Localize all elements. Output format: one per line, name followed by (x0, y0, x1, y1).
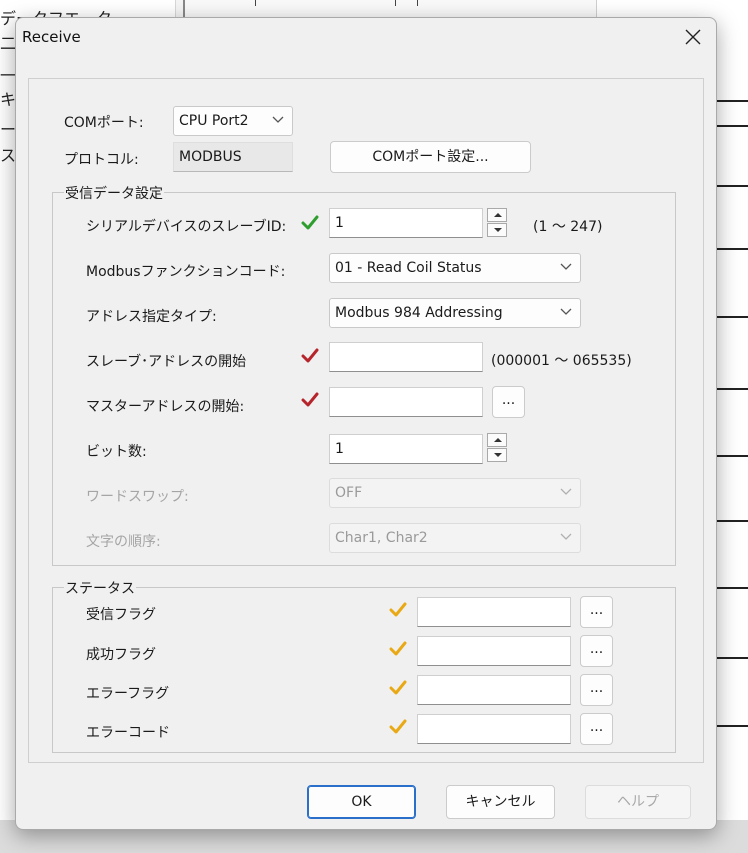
function-code-label: Modbusファンクションコード: (86, 264, 286, 280)
check-warning-icon (389, 719, 407, 734)
check-warning-icon (389, 602, 407, 617)
success-flag-input[interactable] (417, 636, 571, 666)
receive-settings-title: 受信データ設定 (64, 183, 164, 203)
chevron-down-icon (560, 533, 572, 540)
check-warning-icon (389, 641, 407, 656)
slave-id-value: 1 (335, 215, 344, 231)
error-flag-label: エラーフラグ (86, 686, 170, 702)
cancel-button[interactable]: キャンセル (446, 785, 555, 819)
error-code-browse-button[interactable]: ... (580, 713, 613, 745)
slave-id-range: (1 ～ 247) (533, 219, 603, 235)
slave-id-spinner[interactable] (487, 208, 507, 238)
address-type-label: アドレス指定タイプ: (86, 309, 217, 325)
close-icon (685, 29, 701, 45)
slave-start-label: スレーブ･アドレスの開始 (86, 354, 247, 370)
status-group-title: ステータス (64, 578, 136, 598)
ok-button[interactable]: OK (307, 785, 416, 819)
function-code-select[interactable]: 01 - Read Coil Status (329, 253, 581, 283)
word-swap-select: OFF (329, 478, 581, 508)
chevron-down-icon (560, 263, 572, 270)
com-port-select[interactable]: CPU Port2 (173, 106, 293, 136)
word-swap-label: ワードスワップ: (86, 489, 189, 505)
success-flag-label: 成功フラグ (86, 647, 156, 663)
master-start-input[interactable] (329, 387, 483, 417)
master-start-label: マスターアドレスの開始: (86, 399, 245, 415)
success-flag-browse-button[interactable]: ... (580, 635, 613, 667)
com-port-settings-button[interactable]: COMポート設定... (330, 141, 531, 173)
protocol-field: MODBUS (173, 142, 293, 172)
address-type-select[interactable]: Modbus 984 Addressing (329, 298, 581, 328)
check-invalid-icon (301, 348, 319, 363)
slave-id-label: シリアルデバイスのスレーブID: (86, 219, 287, 235)
address-type-value: Modbus 984 Addressing (335, 305, 503, 321)
char-order-value: Char1, Char2 (335, 530, 428, 546)
char-order-label: 文字の順序: (86, 534, 161, 550)
spin-up-button[interactable] (487, 208, 507, 222)
master-start-browse-button[interactable]: ... (492, 386, 525, 418)
com-port-value: CPU Port2 (179, 113, 249, 129)
bit-count-input[interactable]: 1 (329, 434, 483, 464)
spin-down-button[interactable] (487, 448, 507, 462)
receive-flag-browse-button[interactable]: ... (580, 596, 613, 628)
check-invalid-icon (301, 392, 319, 407)
error-code-label: エラーコード (86, 725, 170, 741)
protocol-value: MODBUS (179, 149, 242, 165)
content-panel: COMポート: CPU Port2 プロトコル: MODBUS COMポート設定… (28, 78, 704, 763)
com-port-label: COMポート: (64, 115, 144, 131)
background-text: ス (0, 146, 17, 165)
chevron-down-icon (272, 116, 284, 123)
check-warning-icon (389, 680, 407, 695)
receive-settings-group (52, 192, 676, 566)
triangle-up-icon (494, 438, 502, 442)
triangle-down-icon (494, 228, 502, 232)
triangle-down-icon (494, 453, 502, 457)
protocol-label: プロトコル: (64, 152, 139, 168)
dialog-title: Receive (22, 28, 81, 46)
bit-count-spinner[interactable] (487, 433, 507, 463)
chevron-down-icon (560, 308, 572, 315)
background-text: ー (0, 120, 17, 139)
slave-start-input[interactable] (329, 342, 483, 372)
char-order-select: Char1, Char2 (329, 523, 581, 553)
check-valid-icon (301, 215, 319, 230)
word-swap-value: OFF (335, 485, 363, 501)
error-code-input[interactable] (417, 714, 571, 744)
chevron-down-icon (560, 488, 572, 495)
receive-flag-input[interactable] (417, 597, 571, 627)
error-flag-browse-button[interactable]: ... (580, 674, 613, 706)
spin-up-button[interactable] (487, 433, 507, 447)
receive-dialog: Receive COMポート: CPU Port2 プロトコル: MODBUS … (15, 17, 717, 830)
slave-id-input[interactable]: 1 (329, 208, 483, 238)
slave-start-range: (000001 ～ 065535) (491, 353, 632, 369)
title-bar: Receive (16, 18, 716, 56)
error-flag-input[interactable] (417, 675, 571, 705)
function-code-value: 01 - Read Coil Status (335, 260, 482, 276)
bit-count-value: 1 (335, 441, 344, 457)
close-button[interactable] (674, 22, 712, 52)
background-text: 二 (0, 34, 17, 53)
bit-count-label: ビット数: (86, 444, 147, 460)
help-button: ヘルプ (585, 785, 691, 819)
receive-flag-label: 受信フラグ (86, 607, 156, 623)
triangle-up-icon (494, 213, 502, 217)
spin-down-button[interactable] (487, 223, 507, 237)
background-text: キ (0, 90, 17, 109)
